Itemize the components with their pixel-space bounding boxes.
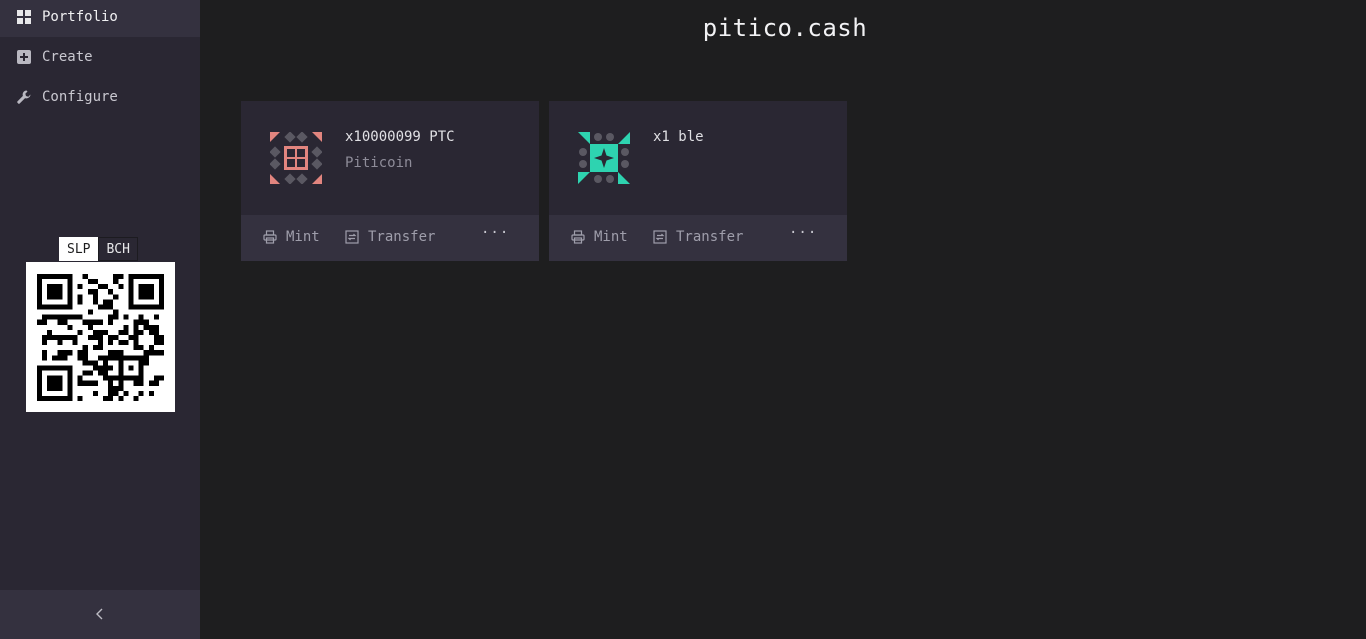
printer-icon (571, 230, 585, 244)
mint-label: Mint (286, 229, 320, 245)
nav-item-configure[interactable]: Configure (0, 77, 200, 117)
token-card-actions: Mint Transfer ··· (241, 215, 539, 261)
token-avatar-icon (578, 132, 630, 184)
nav-item-portfolio[interactable]: Portfolio (0, 0, 200, 37)
plus-square-icon (16, 49, 32, 65)
grid-icon (16, 9, 32, 25)
transfer-icon (345, 230, 359, 244)
more-options-button[interactable]: ··· (789, 225, 817, 241)
token-name: Piticoin (345, 155, 413, 171)
token-quantity: x1 ble (653, 129, 704, 145)
mint-button[interactable]: Mint (263, 229, 320, 245)
transfer-button[interactable]: Transfer (653, 229, 743, 245)
token-card: x1 ble Mint Transfer ··· (549, 101, 847, 261)
tab-slp[interactable]: SLP (59, 237, 99, 261)
more-options-button[interactable]: ··· (481, 225, 509, 241)
qr-code-image (37, 273, 164, 401)
printer-icon (263, 230, 277, 244)
token-quantity: x10000099 PTC (345, 129, 455, 145)
token-avatar-icon (269, 131, 323, 185)
nav-item-create[interactable]: Create (0, 37, 200, 77)
page-title: pitico.cash (702, 14, 868, 42)
token-card: x10000099 PTC Piticoin Mint Transfer ··· (241, 101, 539, 261)
tab-bch[interactable]: BCH (98, 237, 138, 261)
token-card-body[interactable]: x10000099 PTC Piticoin (241, 101, 539, 214)
collapse-sidebar-button[interactable] (0, 590, 200, 639)
chevron-left-icon (95, 605, 105, 624)
transfer-label: Transfer (676, 229, 744, 245)
token-card-body[interactable]: x1 ble (549, 101, 847, 214)
transfer-button[interactable]: Transfer (345, 229, 435, 245)
address-tabs: SLP BCH (59, 237, 138, 261)
nav-label-portfolio: Portfolio (42, 9, 118, 25)
token-card-actions: Mint Transfer ··· (549, 215, 847, 261)
nav-label-create: Create (42, 49, 93, 65)
transfer-label: Transfer (368, 229, 436, 245)
sidebar: Portfolio Create Configure SLP BCH (0, 0, 200, 639)
wrench-icon (16, 89, 32, 105)
transfer-icon (653, 230, 667, 244)
mint-button[interactable]: Mint (571, 229, 628, 245)
address-qr-code (26, 262, 175, 412)
mint-label: Mint (594, 229, 628, 245)
nav-label-configure: Configure (42, 89, 118, 105)
